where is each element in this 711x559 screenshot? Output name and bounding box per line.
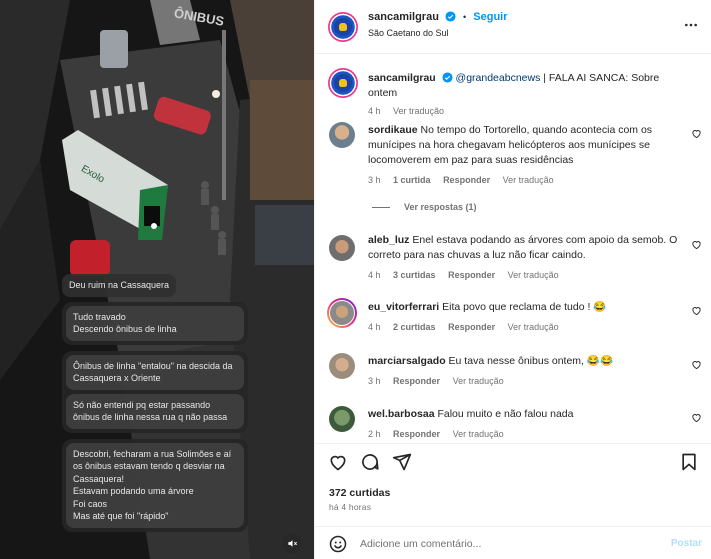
comments-list[interactable]: sancamilgrau @grandeabcnews | FALA AI SA… <box>315 55 711 443</box>
follow-button[interactable]: Seguir <box>473 11 507 23</box>
comment-text: Eita povo que reclama de tudo ! 😂 <box>442 301 607 313</box>
caption-time: 4 h <box>368 106 381 116</box>
comment-text: Falou muito e não falou nada <box>437 408 574 420</box>
translate-link[interactable]: Ver tradução <box>508 322 559 332</box>
comment-text: Enel estava podando as árvores com apoio… <box>368 234 678 261</box>
chat-message: Ônibus de linha "entalou" na descida da … <box>66 354 244 390</box>
share-send-icon[interactable] <box>392 452 412 472</box>
commenter-avatar[interactable] <box>329 300 355 326</box>
commenter-avatar[interactable] <box>329 353 355 379</box>
comment-time: 2 h <box>368 429 381 439</box>
comment-time: 3 h <box>368 376 381 386</box>
reply-button[interactable]: Responder <box>443 175 490 185</box>
translate-link[interactable]: Ver tradução <box>453 376 504 386</box>
post-date[interactable]: há 4 horas <box>329 502 371 512</box>
chat-message: Deu ruim na Cassaquera <box>62 274 177 297</box>
emoji-icon[interactable] <box>329 535 347 553</box>
commenter-username[interactable]: eu_vitorferrari <box>368 301 439 313</box>
like-heart-icon[interactable] <box>328 452 348 472</box>
heart-icon[interactable] <box>691 412 702 423</box>
commenter-username[interactable]: marciarsalgado <box>368 355 446 367</box>
comment-text: Eu tava nesse ônibus ontem, 😂😂 <box>448 355 614 367</box>
post-media[interactable]: ÔNIBUS Exolo Deu ruim na Cassaquera Tudo… <box>0 0 314 559</box>
more-horizontal-icon[interactable] <box>684 18 698 32</box>
caption-translate-link[interactable]: Ver tradução <box>393 106 444 116</box>
dot-separator: • <box>463 12 467 22</box>
heart-icon[interactable] <box>691 305 702 316</box>
chat-message-group: Descobri, fecharam a rua Solimões e aí o… <box>62 438 248 532</box>
verified-badge-icon <box>442 72 453 83</box>
heart-icon[interactable] <box>691 359 702 370</box>
author-avatar[interactable] <box>328 68 358 98</box>
reply-button[interactable]: Responder <box>393 429 440 439</box>
chat-message-group: Tudo travado Descendo ônibus de linha <box>62 301 248 345</box>
caption-username[interactable]: sancamilgrau <box>368 72 436 84</box>
view-replies-button[interactable]: Ver respostas (1) <box>372 202 477 212</box>
comment-likes[interactable]: 1 curtida <box>393 175 431 185</box>
commenter-avatar[interactable] <box>329 406 355 432</box>
comment-likes[interactable]: 2 curtidas <box>393 322 436 332</box>
translate-link[interactable]: Ver tradução <box>453 429 504 439</box>
comment-time: 4 h <box>368 322 381 332</box>
chat-message: Tudo travado Descendo ônibus de linha <box>66 305 244 341</box>
translate-link[interactable]: Ver tradução <box>508 270 559 280</box>
commenter-avatar[interactable] <box>329 235 355 261</box>
post-location[interactable]: São Caetano do Sul <box>368 28 449 38</box>
mute-button[interactable] <box>282 533 302 553</box>
chat-message: Só não entendi pq estar passando ônibus … <box>66 393 244 429</box>
post-viewer: ÔNIBUS Exolo Deu ruim na Cassaquera Tudo… <box>0 0 711 559</box>
reply-button[interactable]: Responder <box>393 376 440 386</box>
author-avatar[interactable] <box>328 12 358 42</box>
heart-icon[interactable] <box>691 128 702 139</box>
caption-mention[interactable]: @grandeabcnews <box>456 72 541 84</box>
post-details-panel: sancamilgrau • Seguir São Caetano do Sul… <box>314 0 711 559</box>
bookmark-icon[interactable] <box>679 452 699 472</box>
comment-icon[interactable] <box>360 452 380 472</box>
chat-message-group: Ônibus de linha "entalou" na descida da … <box>62 350 248 433</box>
chat-screenshot-overlay: Deu ruim na Cassaquera Tudo travado Desc… <box>62 274 248 538</box>
translate-link[interactable]: Ver tradução <box>503 175 554 185</box>
comment-likes[interactable]: 3 curtidas <box>393 270 436 280</box>
chat-message: Descobri, fecharam a rua Solimões e aí o… <box>66 442 244 528</box>
post-comment-button[interactable]: Postar <box>671 538 702 549</box>
author-username[interactable]: sancamilgrau <box>368 11 439 23</box>
add-comment-bar: Postar <box>315 526 711 559</box>
post-header: sancamilgrau • Seguir São Caetano do Sul <box>315 0 711 54</box>
reply-button[interactable]: Responder <box>448 270 495 280</box>
commenter-avatar[interactable] <box>329 122 355 148</box>
speaker-muted-icon <box>287 539 297 547</box>
comment-input[interactable] <box>360 536 650 552</box>
comment-time: 4 h <box>368 270 381 280</box>
likes-count[interactable]: 372 curtidas <box>329 487 390 499</box>
commenter-username[interactable]: wel.barbosaa <box>368 408 435 420</box>
verified-badge-icon <box>445 11 456 22</box>
commenter-username[interactable]: aleb_luz <box>368 234 409 246</box>
post-actions: 372 curtidas há 4 horas <box>315 443 711 521</box>
heart-icon[interactable] <box>691 239 702 250</box>
commenter-username[interactable]: sordikaue <box>368 124 418 136</box>
comment-time: 3 h <box>368 175 381 185</box>
reply-button[interactable]: Responder <box>448 322 495 332</box>
